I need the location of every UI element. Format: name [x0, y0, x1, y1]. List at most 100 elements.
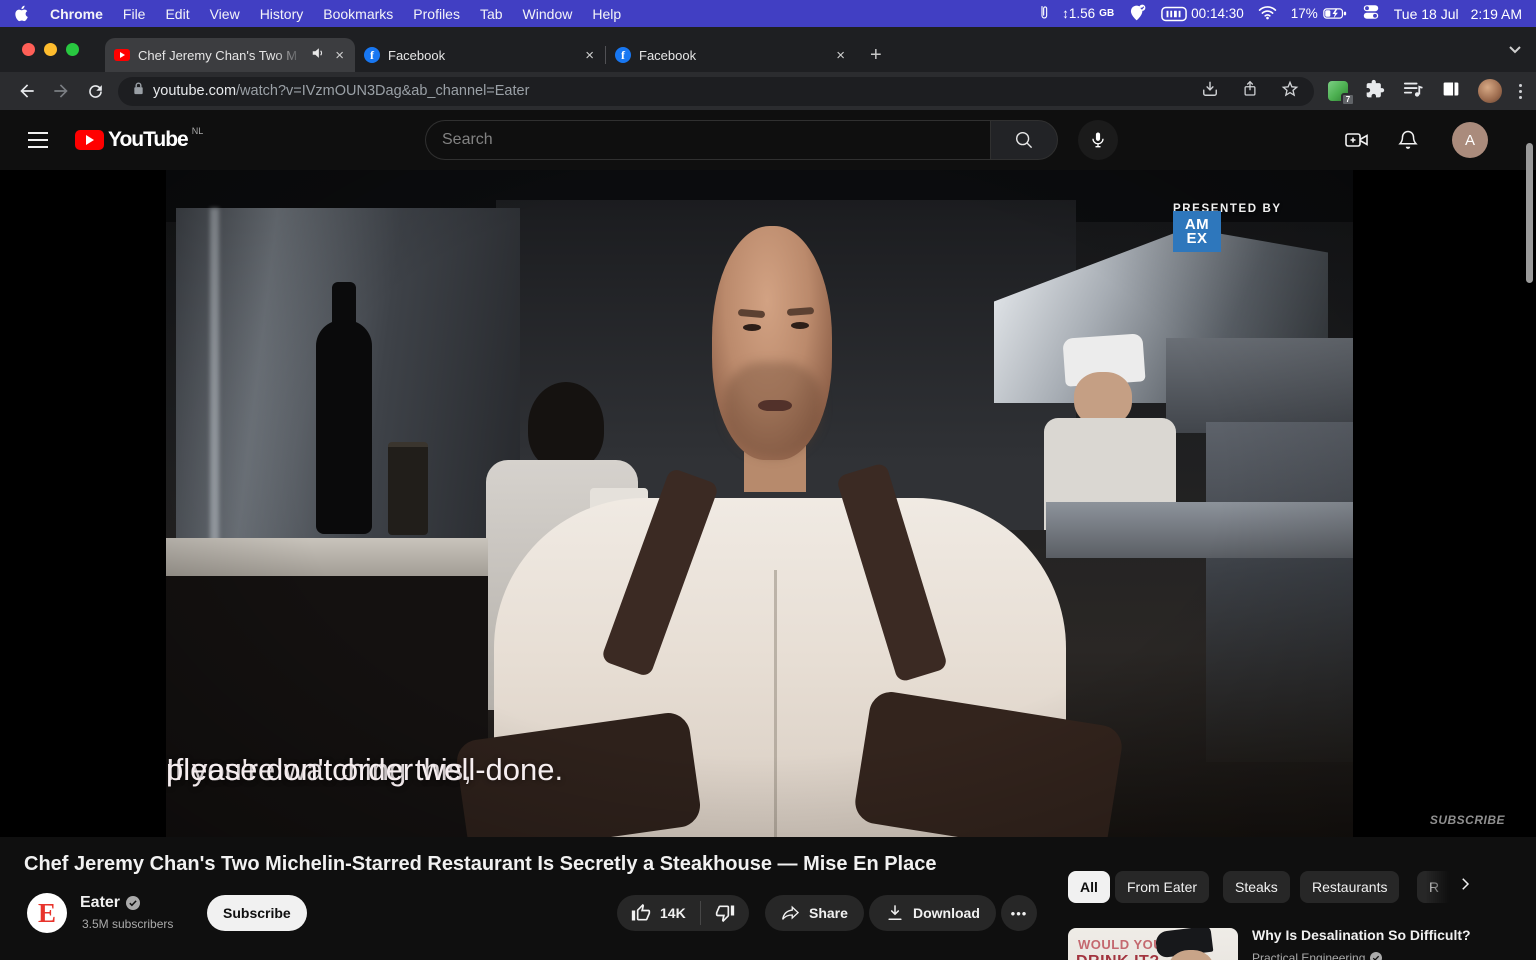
like-button[interactable]: 14K [617, 903, 700, 923]
menubar-item-chrome[interactable]: Chrome [50, 6, 103, 22]
menubar-item-bookmarks[interactable]: Bookmarks [323, 6, 393, 22]
notifications-bell-icon[interactable] [1396, 128, 1420, 157]
channel-avatar[interactable]: E [27, 893, 67, 933]
download-button[interactable]: Download [869, 895, 996, 931]
thumb-text-line2: DRINK IT? [1076, 953, 1160, 960]
page-scrollbar[interactable] [1526, 143, 1533, 283]
menubar-item-file[interactable]: File [123, 6, 146, 22]
macos-menubar: Chrome File Edit View History Bookmarks … [0, 0, 1536, 27]
share-icon[interactable] [1241, 79, 1259, 104]
thumbs-down-icon [715, 905, 734, 923]
tab-audio-icon[interactable] [311, 46, 325, 65]
shield-check-icon[interactable] [1128, 3, 1147, 25]
chrome-menu-icon[interactable] [1519, 83, 1522, 99]
back-button[interactable] [15, 79, 39, 103]
menubar-left: Chrome File Edit View History Bookmarks … [14, 5, 621, 22]
thumbs-up-icon [631, 903, 651, 921]
verified-badge-icon [126, 896, 141, 910]
watch-below-player: Chef Jeremy Chan's Two Michelin-Starred … [0, 837, 1536, 960]
chips-next-icon[interactable] [1456, 875, 1474, 898]
menubar-item-tab[interactable]: Tab [480, 6, 503, 22]
player-strip: PRESENTED BY AM EX If you're watching th… [0, 170, 1536, 837]
time-label: 2:19 AM [1470, 5, 1522, 22]
youtube-play-icon [75, 130, 104, 150]
chip-all[interactable]: All [1068, 871, 1110, 903]
data-rate-value: ↕1.56 [1062, 6, 1096, 21]
chrome-toolbar: youtube.com/watch?v=IVzmOUN3Dag&ab_chann… [0, 72, 1536, 110]
close-tab-icon[interactable]: × [834, 48, 847, 63]
zoom-window-button[interactable] [66, 43, 79, 56]
url-text: youtube.com/watch?v=IVzmOUN3Dag&ab_chann… [153, 83, 529, 99]
video-frame[interactable]: PRESENTED BY AM EX If you're watching th… [166, 170, 1353, 837]
data-rate-status[interactable]: ↕1.56 GB [1062, 6, 1114, 21]
screen: Chrome File Edit View History Bookmarks … [0, 0, 1536, 960]
tab-title: Facebook [388, 47, 446, 63]
paperclip-icon[interactable] [1036, 3, 1048, 25]
tab-facebook-1[interactable]: f Facebook × [355, 38, 605, 72]
share-button[interactable]: Share [765, 895, 864, 931]
tab-youtube[interactable]: Chef Jeremy Chan's Two M × [105, 38, 355, 72]
lock-icon[interactable] [132, 81, 145, 101]
youtube-wordmark: YouTube [108, 128, 189, 151]
install-icon[interactable] [1200, 79, 1220, 104]
youtube-region-label: NL [191, 126, 204, 136]
minimize-window-button[interactable] [44, 43, 57, 56]
close-tab-icon[interactable]: × [333, 48, 346, 63]
chip-from-eater[interactable]: From Eater [1115, 871, 1210, 903]
close-window-button[interactable] [22, 43, 35, 56]
tabs: Chef Jeremy Chan's Two M × f Facebook × … [105, 38, 882, 72]
reload-button[interactable] [83, 79, 107, 103]
related-video-title[interactable]: Why Is Desalination So Difficult? [1252, 927, 1524, 943]
date-label: Tue 18 Jul [1393, 5, 1459, 22]
facebook-favicon: f [364, 47, 380, 63]
menubar-item-window[interactable]: Window [523, 6, 573, 22]
menubar-item-edit[interactable]: Edit [165, 6, 189, 22]
dislike-button[interactable] [701, 903, 749, 923]
tab-facebook-2[interactable]: f Facebook × [606, 38, 856, 72]
youtube-header: YouTube NL A [0, 110, 1536, 170]
chip-steaks[interactable]: Steaks [1223, 871, 1290, 903]
media-playlist-icon[interactable] [1402, 79, 1424, 104]
more-actions-button[interactable]: ••• [1001, 895, 1037, 931]
control-center-icon[interactable] [1362, 4, 1380, 23]
verified-badge-icon [1370, 952, 1383, 960]
menubar-item-profiles[interactable]: Profiles [413, 6, 460, 22]
subscribe-button[interactable]: Subscribe [207, 895, 307, 931]
new-tab-button[interactable]: + [870, 45, 882, 65]
tab-search-chevron-icon[interactable] [1508, 42, 1522, 60]
facebook-favicon: f [615, 47, 631, 63]
related-thumbnail[interactable]: WOULD YOU DRINK IT? [1068, 928, 1238, 960]
create-video-icon[interactable] [1344, 128, 1370, 157]
search-input-box[interactable] [425, 120, 990, 160]
search-input[interactable] [442, 131, 969, 149]
extensions-puzzle-icon[interactable] [1365, 79, 1385, 104]
voice-search-button[interactable] [1078, 120, 1118, 160]
search-button[interactable] [990, 120, 1058, 160]
apple-icon[interactable] [14, 5, 28, 22]
address-bar[interactable]: youtube.com/watch?v=IVzmOUN3Dag&ab_chann… [118, 76, 1314, 106]
chip-restaurants[interactable]: Restaurants [1300, 871, 1400, 903]
adblock-extension-icon[interactable]: 7 [1328, 81, 1355, 106]
chrome-profile-avatar[interactable] [1478, 79, 1502, 103]
url-path: /watch?v=IVzmOUN3Dag&ab_channel=Eater [236, 83, 530, 99]
guide-hamburger-icon[interactable] [28, 132, 48, 153]
related-video-channel[interactable]: Practical Engineering [1252, 951, 1383, 960]
subscribe-watermark: SUBSCRIBE [1429, 813, 1505, 827]
menubar-item-view[interactable]: View [210, 6, 240, 22]
channel-name-row[interactable]: Eater [80, 894, 141, 912]
bookmark-star-icon[interactable] [1280, 79, 1300, 104]
recording-timer[interactable]: 00:14:30 [1161, 6, 1244, 22]
battery-status[interactable]: 17% [1291, 6, 1348, 21]
wifi-icon[interactable] [1258, 5, 1277, 23]
youtube-account-avatar[interactable]: A [1452, 122, 1488, 158]
youtube-logo[interactable]: YouTube NL [75, 126, 204, 152]
side-panel-icon[interactable] [1441, 80, 1461, 103]
tab-title: Chef Jeremy Chan's Two M [138, 47, 298, 63]
menubar-item-history[interactable]: History [260, 6, 304, 22]
menubar-item-help[interactable]: Help [592, 6, 621, 22]
clock[interactable]: Tue 18 Jul 2:19 AM [1394, 6, 1522, 22]
close-tab-icon[interactable]: × [583, 48, 596, 63]
forward-button[interactable] [49, 79, 73, 103]
channel-subscribers: 3.5M subscribers [82, 917, 174, 931]
omnibox-icons [1200, 79, 1300, 104]
